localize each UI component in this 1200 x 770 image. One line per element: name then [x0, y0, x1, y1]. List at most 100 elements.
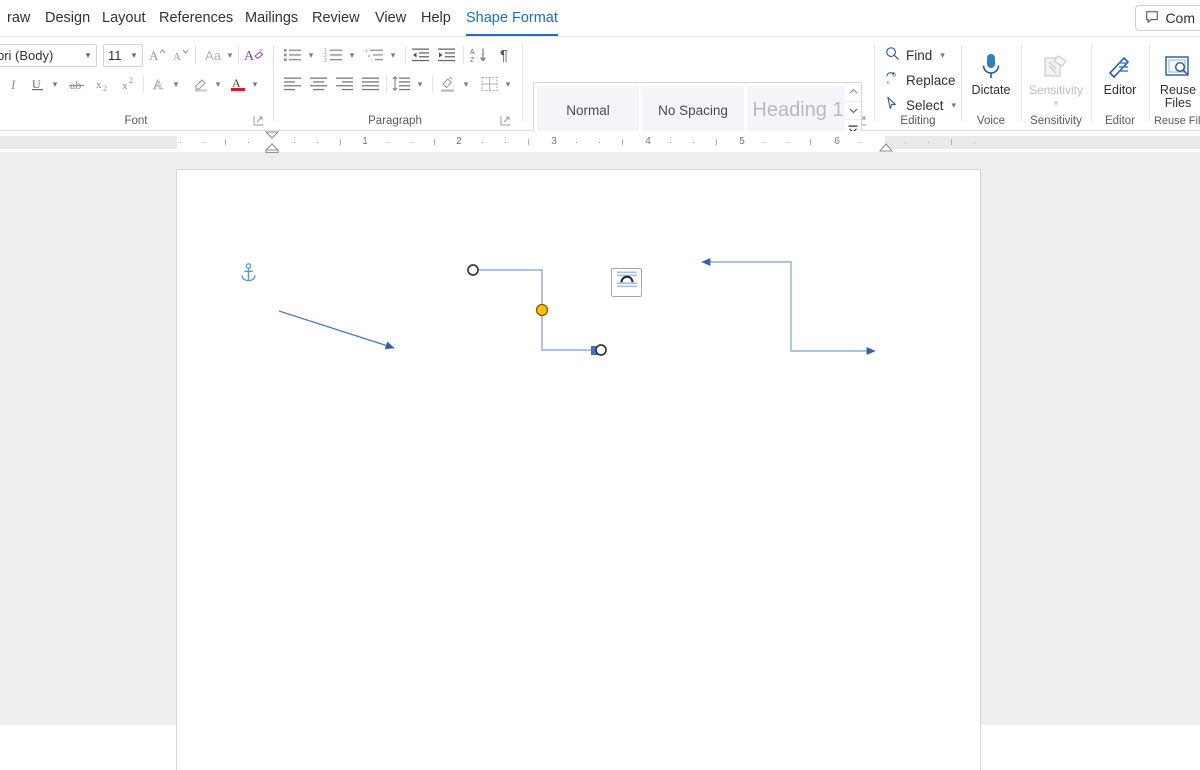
tab-view[interactable]: View [368, 0, 413, 36]
replace-button[interactable]: b c Replace [881, 69, 960, 91]
find-button[interactable]: Find ▾ [881, 44, 949, 66]
group-label-editing: Editing [900, 115, 936, 127]
align-right-button[interactable] [333, 73, 357, 95]
font-color-button[interactable]: A [228, 73, 250, 95]
show-formatting-marks-button[interactable]: ¶ [493, 44, 515, 66]
change-case-label: Aa [205, 47, 221, 63]
left-indent-marker[interactable] [264, 131, 280, 153]
chevron-down-icon[interactable]: ▾ [387, 45, 399, 65]
chevron-down-icon[interactable]: ▾ [49, 74, 61, 94]
svg-text:A: A [244, 49, 255, 64]
tab-design[interactable]: Design [38, 0, 97, 36]
svg-text:2: 2 [129, 76, 133, 85]
comments-button[interactable]: Com [1135, 5, 1200, 31]
document-area[interactable] [0, 153, 1200, 770]
chevron-down-icon[interactable]: ▾ [460, 74, 472, 94]
sort-button[interactable]: A Z [467, 44, 491, 66]
document-page[interactable] [177, 170, 980, 770]
font-dialog-launcher[interactable] [253, 115, 264, 126]
strikethrough-button[interactable]: ab [66, 73, 88, 95]
chevron-down-icon[interactable]: ▾ [940, 50, 945, 61]
editor-label: Editor [1103, 83, 1137, 97]
dictate-button[interactable]: Dictate [960, 45, 1022, 117]
tab-review[interactable]: Review [305, 0, 367, 36]
font-size-combo[interactable]: 11 ▾ [103, 44, 143, 67]
chevron-down-icon[interactable]: ▾ [952, 100, 957, 111]
borders-button[interactable] [478, 73, 502, 95]
pilcrow-icon: ¶ [499, 46, 509, 64]
group-editor: Editor Editor [1092, 37, 1148, 130]
text-effects-button[interactable]: A [148, 73, 172, 95]
select-label: Select [906, 97, 944, 113]
align-left-button[interactable] [281, 73, 305, 95]
chevron-down-icon[interactable]: ▾ [346, 45, 358, 65]
chevron-down-icon[interactable]: ▾ [1054, 97, 1059, 110]
ruler-label: 2 [456, 136, 462, 147]
group-label-font: Font [124, 115, 148, 127]
group-label-reuse-files: Reuse Files [1153, 115, 1200, 127]
tab-shape-format[interactable]: Shape Format [459, 0, 565, 36]
line-spacing-button[interactable] [390, 73, 414, 95]
decrease-indent-button[interactable] [409, 44, 433, 66]
highlight-button[interactable] [190, 73, 214, 95]
microphone-icon [978, 50, 1004, 84]
tab-label: Mailings [245, 10, 299, 26]
font-name-combo[interactable]: bri (Body) ▾ [0, 44, 97, 67]
style-heading-1[interactable]: Heading 1 [747, 86, 849, 135]
group-separator [874, 45, 875, 121]
clear-formatting-button[interactable]: A [242, 44, 266, 66]
reuse-files-button[interactable]: Reuse Files [1150, 45, 1200, 117]
chevron-down-icon[interactable]: ▾ [502, 74, 514, 94]
comments-label: Com [1165, 10, 1195, 26]
svg-text:Z: Z [470, 57, 475, 63]
anchor-icon[interactable] [240, 263, 257, 283]
subscript-button[interactable]: x2 [92, 73, 114, 95]
change-case-button[interactable]: Aa [200, 44, 226, 66]
shading-button[interactable] [436, 73, 460, 95]
ruler[interactable]: 1 2 3 4 5 6 [0, 131, 1200, 153]
underline-button[interactable]: U [27, 73, 49, 95]
svg-text:b: b [893, 73, 896, 79]
grow-font-button[interactable]: A [146, 44, 168, 66]
chevron-down-icon[interactable]: ▾ [80, 45, 96, 66]
tab-layout[interactable]: Layout [95, 0, 153, 36]
tab-help[interactable]: Help [414, 0, 458, 36]
numbering-button[interactable]: 1 2 3 [322, 44, 346, 66]
paragraph-dialog-launcher[interactable] [500, 115, 511, 126]
editor-button[interactable]: Editor [1089, 45, 1151, 117]
sensitivity-button[interactable]: Sensitivity ▾ [1024, 45, 1088, 117]
font-name-value: bri (Body) [0, 48, 54, 63]
chevron-down-icon[interactable]: ▾ [414, 74, 426, 94]
chevron-down-icon[interactable]: ▾ [305, 45, 317, 65]
style-label: Normal [566, 103, 610, 118]
ruler-label: 5 [739, 136, 745, 147]
tab-draw[interactable]: raw [0, 0, 37, 36]
multilevel-list-button[interactable]: 1 a i [363, 44, 387, 66]
svg-text:3: 3 [324, 58, 327, 63]
italic-button[interactable]: I [4, 73, 24, 95]
tab-mailings[interactable]: Mailings [238, 0, 305, 36]
replace-icon: b c [885, 71, 900, 89]
sensitivity-label-icon [1041, 50, 1071, 84]
superscript-button[interactable]: x2 [118, 73, 140, 95]
select-button[interactable]: Select ▾ [881, 94, 960, 116]
shrink-font-button[interactable]: A [170, 44, 192, 66]
increase-indent-button[interactable] [435, 44, 459, 66]
align-center-button[interactable] [307, 73, 331, 95]
justify-button[interactable] [359, 73, 383, 95]
tab-label: References [159, 10, 234, 26]
styles-scroll-down-button[interactable] [845, 100, 861, 120]
style-no-spacing[interactable]: No Spacing [642, 86, 744, 135]
chevron-down-icon[interactable]: ▾ [224, 45, 236, 65]
group-label-voice: Voice [976, 115, 1006, 127]
chevron-down-icon[interactable]: ▾ [126, 45, 142, 66]
style-normal[interactable]: Normal [537, 86, 639, 135]
chevron-down-icon[interactable]: ▾ [249, 74, 261, 94]
chevron-down-icon[interactable]: ▾ [212, 74, 224, 94]
bullets-button[interactable] [281, 44, 305, 66]
reuse-files-icon [1164, 50, 1192, 84]
styles-scroll-up-button[interactable] [845, 83, 861, 101]
chevron-down-icon[interactable]: ▾ [170, 74, 182, 94]
layout-options-button[interactable] [611, 268, 642, 297]
tab-references[interactable]: References [152, 0, 240, 36]
